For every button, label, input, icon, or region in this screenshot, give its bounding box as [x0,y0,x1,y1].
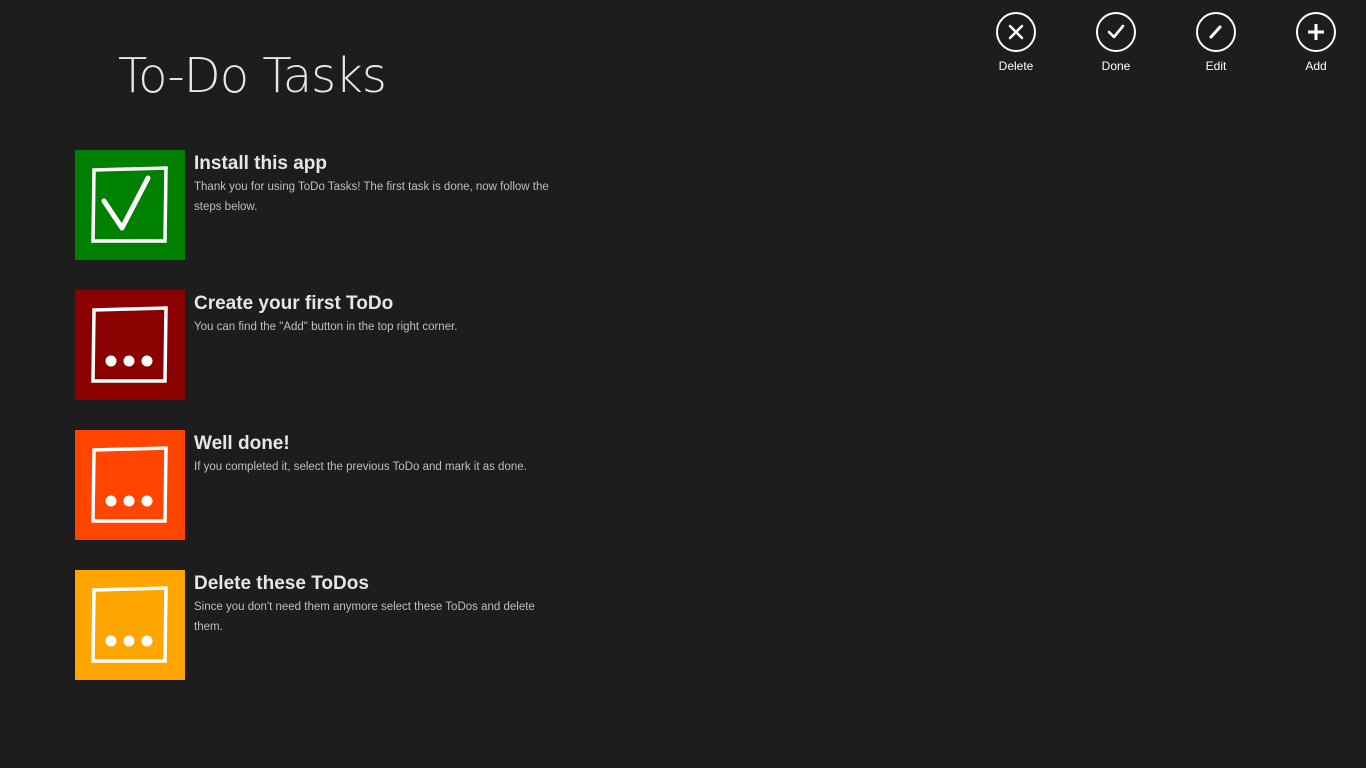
done-button[interactable]: Done [1066,12,1166,73]
ellipsis-icon [91,306,168,383]
edit-button[interactable]: Edit [1166,12,1266,73]
todo-description: If you completed it, select the previous… [194,461,527,473]
add-button-label: Add [1305,59,1327,73]
todo-title: Create your first ToDo [194,293,394,314]
todo-description: Thank you for using ToDo Tasks! The firs… [194,181,549,213]
todo-item[interactable]: Install this app Thank you for using ToD… [75,150,554,260]
todo-tile [75,570,185,680]
todo-description: Since you don't need them anymore select… [194,601,535,633]
todo-tile [75,290,185,400]
plus-icon [1296,12,1336,52]
checkmark-icon [1096,12,1136,52]
delete-button-label: Delete [998,59,1034,73]
todo-description: You can find the "Add" button in the top… [194,321,458,333]
todo-item[interactable]: Create your first ToDo You can find the … [75,290,554,400]
done-button-label: Done [1101,59,1131,73]
page-title: To-Do Tasks [118,48,387,104]
todo-item[interactable]: Delete these ToDos Since you don't need … [75,570,554,680]
ellipsis-icon [91,446,168,523]
delete-button[interactable]: Delete [966,12,1066,73]
todo-title: Install this app [194,153,328,174]
todo-tile [75,150,185,260]
edit-button-label: Edit [1205,59,1227,73]
add-button[interactable]: Add [1266,12,1366,73]
app-bar: Delete Done Edit Add [966,12,1366,73]
todo-tile [75,430,185,540]
close-icon [996,12,1036,52]
pencil-icon [1196,12,1236,52]
todo-title: Well done! [194,433,290,454]
todo-title: Delete these ToDos [194,573,369,594]
todo-item[interactable]: Well done! If you completed it, select t… [75,430,554,540]
todo-list: Install this app Thank you for using ToD… [75,150,554,710]
checkmark-icon [91,166,168,243]
ellipsis-icon [91,586,168,663]
